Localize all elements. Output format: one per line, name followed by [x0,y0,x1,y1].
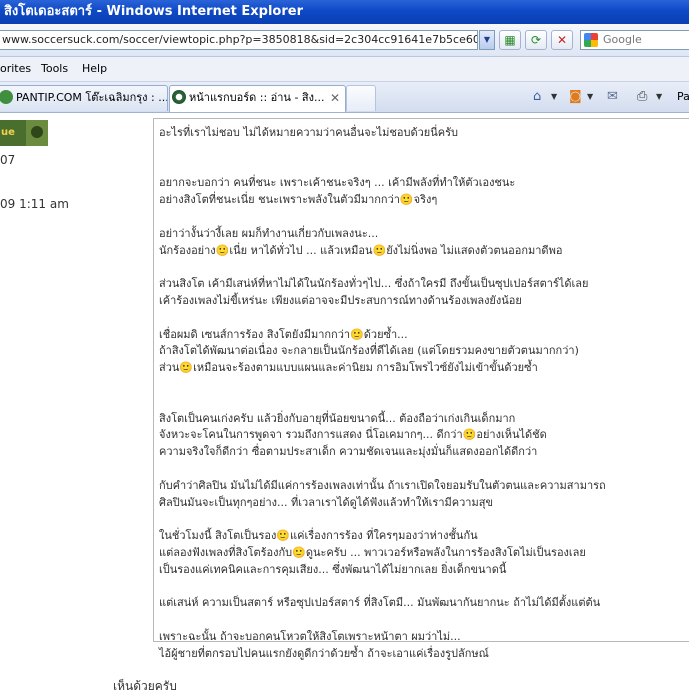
post-line [159,259,689,276]
post-line: ส่วนสิงโต เค้ามีเสน่ห์ที่หาไม่ได้ในนักร้… [159,277,589,291]
post-line: อยากจะบอกว่า คนที่ชนะ เพราะเค้าชนะจริงๆ … [159,176,516,190]
post-line: กับคำว่าศิลปิน มันไม่ได้มีแค่การร้องเพลง… [159,478,606,492]
quoted-post-box: อะไรที่เราไม่ชอบ ไม่ได้หมายความว่าคนอื่น… [153,118,689,660]
rank-badge: ue [0,120,26,146]
post-line: อย่างสิงโตที่ชนะเนี่ย ชนะเพราะพลังในตัวม… [159,193,438,207]
pantip-favicon [0,90,13,104]
compatibility-icon: ▦ [504,33,516,47]
menu-bar: orites Tools Help [0,57,689,82]
search-placeholder: Google [603,33,642,46]
address-input[interactable]: www.soccersuck.com/soccer/viewtopic.php?… [0,30,478,50]
mail-icon[interactable]: ✉ [607,90,618,104]
search-box[interactable]: Google [580,30,689,50]
rank-badge-text: ue [1,127,15,138]
post-line: แต่เสน่ห์ ความเป็นสตาร์ หรือซุปเปอร์สตาร… [159,596,601,610]
post-line: เค้าร้องเพลงไม่ขี้เหร่นะ เพียงแต่อาจจะมี… [159,293,522,307]
soccersuck-favicon [172,90,186,104]
avatar [26,120,48,146]
menu-favorites[interactable]: orites [0,57,31,81]
address-toolbar: www.soccersuck.com/soccer/viewtopic.php?… [0,24,689,57]
post-line: ในชั่วโมงนี้ สิงโตเป็นรอง🙂แค่เรื่องการร้… [159,529,478,543]
post-line [159,159,689,176]
post-line [159,579,689,596]
menu-help[interactable]: Help [82,57,107,81]
window-title: สิงโตเดอะสตาร์ - Windows Internet Explor… [4,4,303,19]
post-body: อะไรที่เราไม่ชอบ ไม่ได้หมายความว่าคนอื่น… [159,125,689,663]
new-tab-button[interactable] [346,85,376,111]
tab-soccersuck[interactable]: หน้าแรกบอร์ด :: อ่าน - สิง... ✕ [169,85,346,112]
print-dropdown-icon[interactable]: ▼ [656,90,662,104]
close-tab-icon[interactable]: ✕ [330,86,340,110]
post-line: ความจริงใจก็ดีกว่า ซื่อตามประสาเด็ก ความ… [159,445,538,459]
post-line: นักร้องอย่าง🙂เนี่ย หาได้ทั่วไป ... แล้วเ… [159,243,563,257]
home-dropdown-icon[interactable]: ▼ [551,90,557,104]
post-line: ถ้าสิงโตได้พัฒนาต่อเนื่อง จะกลายเป็นนักร… [159,344,579,358]
google-icon [584,33,598,47]
tab-label: หน้าแรกบอร์ด :: อ่าน - สิง... [189,91,325,104]
post-line: ไอ้ผู้ชายที่ตกรอบไปคนแรกยังดูดีกว่าด้วยซ… [159,646,489,660]
post-line: เพราะฉะนั้น ถ้าจะบอกคนโหวตให้สิงโตเพราะห… [159,629,461,643]
reply-text: เห็นด้วยครับ [113,679,177,693]
home-icon[interactable]: ⌂ [533,90,541,104]
stop-button[interactable]: ✕ [551,30,573,50]
menu-tools[interactable]: Tools [41,57,68,81]
feeds-icon[interactable]: ◙ [569,90,582,104]
user-post-count: 07 [0,153,16,167]
window-titlebar: สิงโตเดอะสตาร์ - Windows Internet Explor… [0,0,689,24]
post-timestamp: 09 1:11 am [0,197,69,211]
post-line: จังหวะจะโคนในการพูดจา รวมถึงการแสดง นี่โ… [159,428,547,442]
compatibility-view-button[interactable]: ▦ [499,30,521,50]
stop-icon: ✕ [556,33,568,47]
refresh-icon: ⟳ [530,33,542,47]
address-dropdown-button[interactable]: ▼ [479,30,495,50]
post-line [159,142,689,159]
post-line [159,209,689,226]
print-icon[interactable]: ⎙ [637,90,647,104]
post-line: สิงโตเป็นคนเก่งครับ แล้วยิ่งกับอายุที่น้… [159,411,516,425]
refresh-button[interactable]: ⟳ [525,30,547,50]
post-line: อะไรที่เราไม่ชอบ ไม่ได้หมายความว่าคนอื่น… [159,126,459,139]
tab-bar: PANTIP.COM โต๊ะเฉลิมกรุง : ... หน้าแรกบอ… [0,82,689,113]
tab-label: PANTIP.COM โต๊ะเฉลิมกรุง : ... [16,91,168,104]
post-line: แต่ลองฟังเพลงที่สิงโตร้องกับ🙂ดูนะครับ ..… [159,545,586,559]
post-line [159,310,689,327]
post-line [159,612,689,629]
post-line [159,394,689,411]
post-line: ส่วน🙂เหมือนจะร้องตามแบบแผนและค่านิยม การ… [159,361,538,375]
post-line [159,511,689,528]
post-line: อย่าว่างั้นว่างี้เลย ผมก็ทำงานเกี่ยวกับเ… [159,226,379,240]
post-line [159,461,689,478]
feeds-dropdown-icon[interactable]: ▼ [587,90,593,104]
post-line: ศิลปินมันจะเป็นทุกๆอย่าง... ที่เวลาเราได… [159,495,493,509]
user-rank-badge: ue [0,120,48,146]
post-line [159,377,689,394]
tab-pantip[interactable]: PANTIP.COM โต๊ะเฉลิมกรุง : ... [0,85,168,111]
post-line: เป็นรองแค่เทคนิคและการคุมเสียง... ซึ่งพั… [159,562,507,576]
post-line: เชื่อผมดิ เซนส์การร้อง สิงโตยังมีมากกว่า… [159,327,408,341]
page-menu-button[interactable]: Pa [677,90,689,104]
